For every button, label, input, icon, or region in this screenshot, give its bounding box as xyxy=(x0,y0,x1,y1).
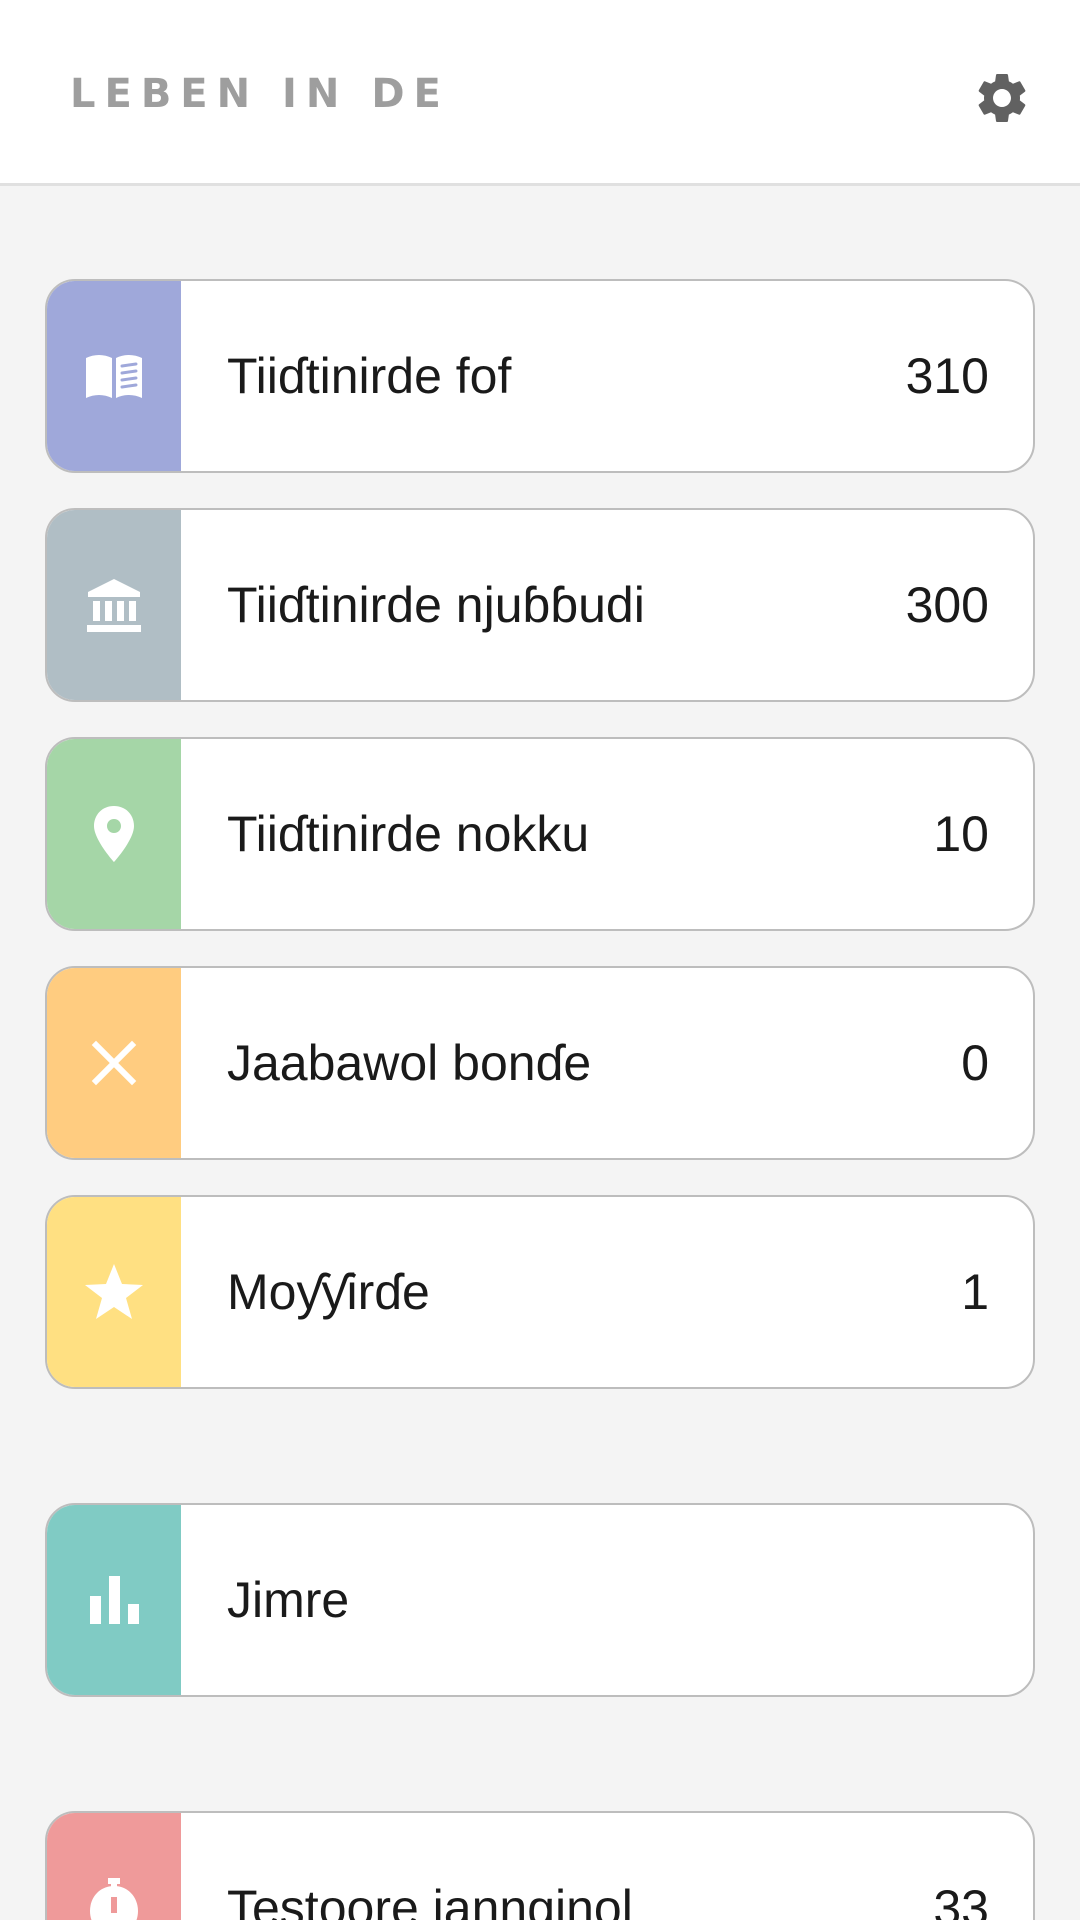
menu-item-wrong-answers[interactable]: Jaabawol bonɗe 0 xyxy=(45,966,1035,1160)
card-icon-box xyxy=(47,968,181,1158)
star-icon xyxy=(85,1264,143,1319)
menu-item-label: Tiiɗtinirde nokku xyxy=(227,806,590,862)
menu-item-count: 33 xyxy=(933,1880,989,1920)
card-icon-box xyxy=(47,1197,181,1387)
menu-item-state-questions[interactable]: Tiiɗtinirde nokku 10 xyxy=(45,737,1035,931)
app-header: LEBEN IN DE xyxy=(0,0,1080,186)
menu-item-label: Jaabawol bonɗe xyxy=(227,1035,592,1091)
book-icon xyxy=(86,355,142,398)
stopwatch-icon xyxy=(90,1878,138,1920)
bar-chart-icon xyxy=(90,1576,139,1624)
card-icon-box xyxy=(47,1813,181,1920)
menu-item-label: Moƴƴirɗe xyxy=(227,1264,430,1320)
menu-item-count: 300 xyxy=(905,577,989,633)
menu-item-general-questions[interactable]: Tiiɗtinirde njuɓɓudi 300 xyxy=(45,508,1035,702)
menu-item-count: 0 xyxy=(961,1035,989,1091)
menu-item-count: 10 xyxy=(933,806,989,862)
card-icon-box xyxy=(47,510,181,700)
menu-item-label: Tiiɗtinirde njuɓɓudi xyxy=(227,577,645,633)
menu-item-count: 310 xyxy=(905,348,989,404)
close-icon xyxy=(91,1040,137,1086)
settings-button[interactable] xyxy=(970,66,1034,130)
menu-item-label: Jimre xyxy=(227,1572,350,1628)
card-icon-box xyxy=(47,281,181,471)
menu-item-label: Tiiɗtinirde fof xyxy=(227,348,512,404)
app-logo: LEBEN IN DE xyxy=(70,71,450,117)
menu-item-statistics[interactable]: Jimre xyxy=(45,1503,1035,1697)
menu-item-favorites[interactable]: Moƴƴirɗe 1 xyxy=(45,1195,1035,1389)
card-icon-box xyxy=(47,739,181,929)
card-icon-box xyxy=(47,1505,181,1695)
location-pin-icon xyxy=(94,806,134,862)
gear-icon xyxy=(978,73,1026,122)
menu-item-all-questions[interactable]: Tiiɗtinirde fof 310 xyxy=(45,279,1035,473)
menu-item-count: 1 xyxy=(961,1264,989,1320)
menu-item-test-exam[interactable]: Testoore jannginol 33 xyxy=(45,1811,1035,1920)
app-screen: LEBEN IN DE Tiiɗtinirde fof 310 Tiiɗtini… xyxy=(0,0,1080,1920)
bank-icon xyxy=(87,579,141,632)
menu-item-label: Testoore jannginol xyxy=(227,1880,633,1920)
